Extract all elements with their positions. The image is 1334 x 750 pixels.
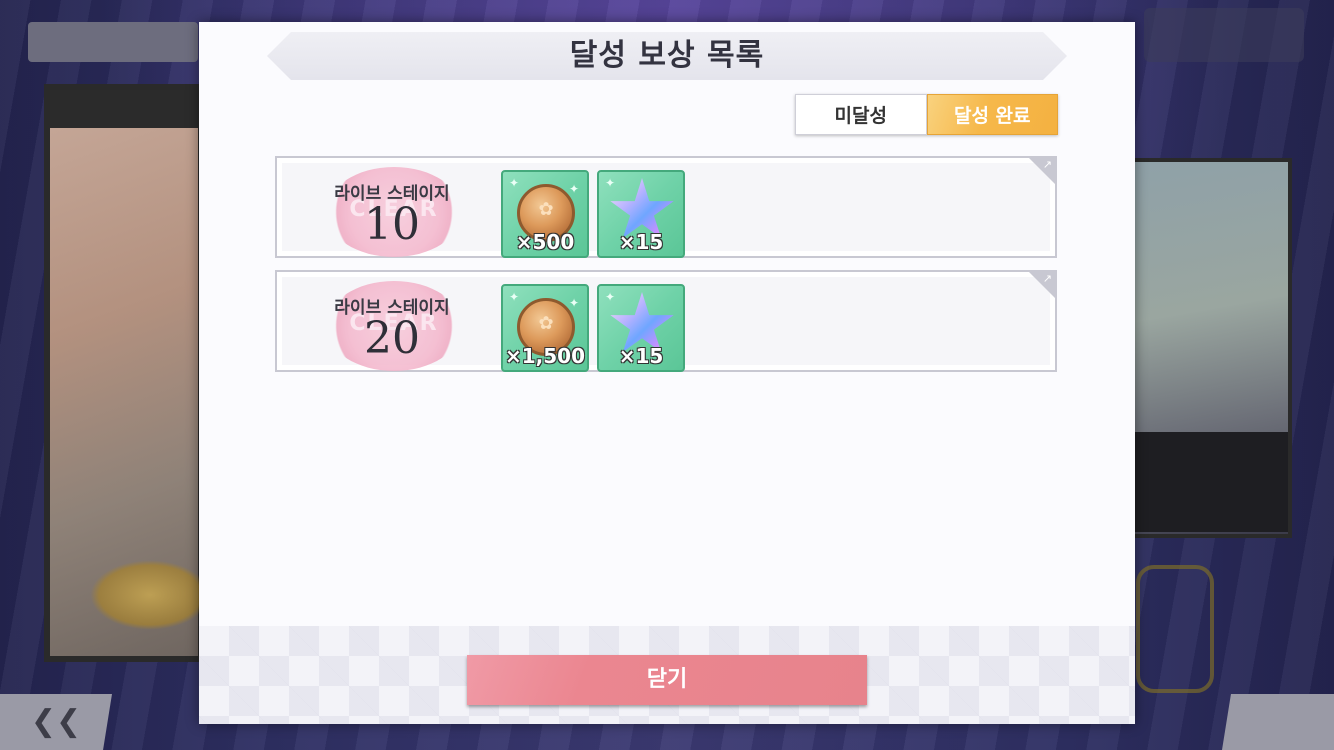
reward-item-quantity: ×15 bbox=[618, 230, 664, 254]
close-button[interactable]: 닫기 bbox=[467, 655, 867, 705]
background-live-card bbox=[1130, 158, 1292, 538]
background-event-logo bbox=[90, 560, 210, 630]
modal-title: 달성 보상 목록 bbox=[569, 38, 765, 73]
tab-group: 미달성 달성 완료 bbox=[795, 94, 1058, 135]
background-currency-panel bbox=[1144, 8, 1304, 62]
reward-row-inner: CLEAR 라이브 스테이지 20 ✦ ✦ ✿ ×1,500 ✦ ×15 bbox=[282, 277, 1050, 372]
expand-arrow-icon: ↗ bbox=[1042, 272, 1052, 285]
menu-button bbox=[1222, 694, 1334, 750]
reward-row: CLEAR 라이브 스테이지 10 ✦ ✦ ✿ ×500 ✦ ×15 ↗ bbox=[275, 156, 1057, 258]
background-event-bar bbox=[28, 22, 198, 62]
reward-item-quantity: ×500 bbox=[515, 230, 575, 254]
tab-completed[interactable]: 달성 완료 bbox=[926, 94, 1058, 135]
reward-row-count: 20 bbox=[364, 313, 420, 364]
background-card-band bbox=[1134, 432, 1288, 532]
background-hex-badge bbox=[1136, 565, 1214, 693]
reward-item[interactable]: ✦ ×15 bbox=[597, 284, 685, 372]
modal-title-banner: 달성 보상 목록 bbox=[267, 32, 1067, 80]
tab-incomplete[interactable]: 미달성 bbox=[795, 94, 927, 135]
reward-row-count: 10 bbox=[364, 199, 420, 250]
background-card-header bbox=[50, 90, 198, 128]
reward-item[interactable]: ✦ ×15 bbox=[597, 170, 685, 258]
reward-item[interactable]: ✦ ✦ ✿ ×500 bbox=[501, 170, 589, 258]
back-button: ❮❮ bbox=[0, 694, 112, 750]
reward-list-modal: 달성 보상 목록 미달성 달성 완료 CLEAR 라이브 스테이지 10 ✦ ✦… bbox=[199, 22, 1135, 724]
reward-item[interactable]: ✦ ✦ ✿ ×1,500 bbox=[501, 284, 589, 372]
reward-item-quantity: ×1,500 bbox=[504, 344, 586, 368]
reward-row: CLEAR 라이브 스테이지 20 ✦ ✦ ✿ ×1,500 ✦ ×15 ↗ bbox=[275, 270, 1057, 372]
reward-item-quantity: ×15 bbox=[618, 344, 664, 368]
reward-row-inner: CLEAR 라이브 스테이지 10 ✦ ✦ ✿ ×500 ✦ ×15 bbox=[282, 163, 1050, 258]
background-event-card bbox=[44, 84, 210, 662]
expand-arrow-icon: ↗ bbox=[1042, 158, 1052, 171]
